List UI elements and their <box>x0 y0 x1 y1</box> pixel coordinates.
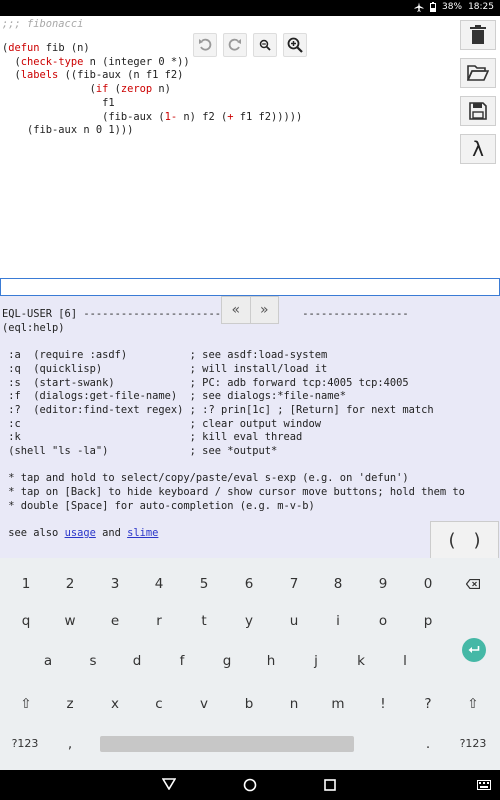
open-paren-button[interactable]: ( <box>448 530 455 551</box>
key-s[interactable]: s <box>78 643 108 679</box>
usage-link[interactable]: usage <box>65 527 96 539</box>
keyboard-row-numbers: 1 2 3 4 5 6 7 8 9 0 <box>0 566 500 602</box>
delete-button[interactable] <box>460 20 496 50</box>
cursor-move-buttons: « » <box>221 296 279 324</box>
keyboard-row-zxcv: ⇧ z x c v b n m ! ? ⇧ <box>0 686 500 722</box>
key-a[interactable]: a <box>33 643 63 679</box>
key-h[interactable]: h <box>256 643 286 679</box>
symbols-key-right[interactable]: ?123 <box>452 726 494 762</box>
key-f[interactable]: f <box>167 643 197 679</box>
back-icon[interactable] <box>162 778 176 790</box>
key-l[interactable]: l <box>390 643 420 679</box>
key-2[interactable]: 2 <box>55 566 85 602</box>
repl-output[interactable]: EQL-USER [6] ----------------------- ---… <box>0 296 500 558</box>
shift-key-left[interactable]: ⇧ <box>11 686 41 722</box>
key-b[interactable]: b <box>234 686 264 722</box>
folder-open-icon <box>467 65 489 81</box>
symbols-key-left[interactable]: ?123 <box>5 726 45 762</box>
key-comma[interactable]: , <box>55 726 85 762</box>
battery-icon <box>430 2 437 12</box>
open-file-button[interactable] <box>460 58 496 88</box>
soft-keyboard: 1 2 3 4 5 6 7 8 9 0 q w e r t y u i o p … <box>0 558 500 770</box>
key-w[interactable]: w <box>55 603 85 639</box>
key-d[interactable]: d <box>122 643 152 679</box>
key-k[interactable]: k <box>346 643 376 679</box>
keyboard-row-qwerty: q w e r t y u i o p <box>0 603 500 639</box>
key-v[interactable]: v <box>189 686 219 722</box>
key-7[interactable]: 7 <box>279 566 309 602</box>
key-r[interactable]: r <box>144 603 174 639</box>
key-question[interactable]: ? <box>413 686 443 722</box>
key-0[interactable]: 0 <box>413 566 443 602</box>
key-j[interactable]: j <box>301 643 331 679</box>
enter-key[interactable] <box>462 638 486 662</box>
code-editor[interactable]: ;;; fibonacci (defun fib (n) (check-type… <box>0 16 456 278</box>
key-m[interactable]: m <box>323 686 353 722</box>
key-g[interactable]: g <box>212 643 242 679</box>
key-y[interactable]: y <box>234 603 264 639</box>
space-bar[interactable] <box>100 736 354 752</box>
slime-link[interactable]: slime <box>127 527 158 539</box>
save-button[interactable] <box>460 96 496 126</box>
key-c[interactable]: c <box>144 686 174 722</box>
key-n[interactable]: n <box>279 686 309 722</box>
keyboard-switch-icon[interactable] <box>477 780 491 790</box>
key-4[interactable]: 4 <box>144 566 174 602</box>
key-z[interactable]: z <box>55 686 85 722</box>
save-icon <box>469 102 487 120</box>
status-bar: 38% 18:25 <box>0 0 500 16</box>
battery-percent: 38% <box>442 2 463 12</box>
key-period[interactable]: . <box>413 726 443 762</box>
backspace-key[interactable] <box>458 566 488 602</box>
key-e[interactable]: e <box>100 603 130 639</box>
shift-key-right[interactable]: ⇧ <box>458 686 488 722</box>
paren-buttons: ( ) <box>430 521 499 559</box>
navigation-bar <box>0 770 500 800</box>
key-5[interactable]: 5 <box>189 566 219 602</box>
backspace-icon <box>465 578 481 590</box>
repl-text: EQL-USER [6] ----------------------- ---… <box>2 308 465 540</box>
comment-line: ;;; fibonacci <box>2 18 84 30</box>
keyboard-row-asdf: a s d f g h j k l <box>0 643 500 679</box>
trash-icon <box>470 25 486 44</box>
key-exclaim[interactable]: ! <box>368 686 398 722</box>
clock: 18:25 <box>468 2 494 12</box>
close-paren-button[interactable]: ) <box>474 530 481 551</box>
key-1[interactable]: 1 <box>11 566 41 602</box>
enter-icon <box>468 646 480 653</box>
key-u[interactable]: u <box>279 603 309 639</box>
key-p[interactable]: p <box>413 603 443 639</box>
cursor-left-button[interactable]: « <box>222 297 251 323</box>
cursor-right-button[interactable]: » <box>251 297 279 323</box>
key-x[interactable]: x <box>100 686 130 722</box>
help-command: (eql:help) <box>2 321 65 334</box>
airplane-icon <box>414 2 424 12</box>
key-o[interactable]: o <box>368 603 398 639</box>
key-3[interactable]: 3 <box>100 566 130 602</box>
key-i[interactable]: i <box>323 603 353 639</box>
key-8[interactable]: 8 <box>323 566 353 602</box>
recents-icon[interactable] <box>324 779 336 791</box>
repl-header: EQL-USER [6] ----------------------- ---… <box>2 308 409 320</box>
key-q[interactable]: q <box>11 603 41 639</box>
command-input[interactable] <box>0 278 500 296</box>
lambda-icon: λ <box>472 137 484 161</box>
key-t[interactable]: t <box>189 603 219 639</box>
home-icon[interactable] <box>243 778 257 792</box>
key-9[interactable]: 9 <box>368 566 398 602</box>
lisp-source: (defun fib (n) (check-type n (integer 0 … <box>2 42 303 137</box>
key-6[interactable]: 6 <box>234 566 264 602</box>
eval-lambda-button[interactable]: λ <box>460 134 496 164</box>
